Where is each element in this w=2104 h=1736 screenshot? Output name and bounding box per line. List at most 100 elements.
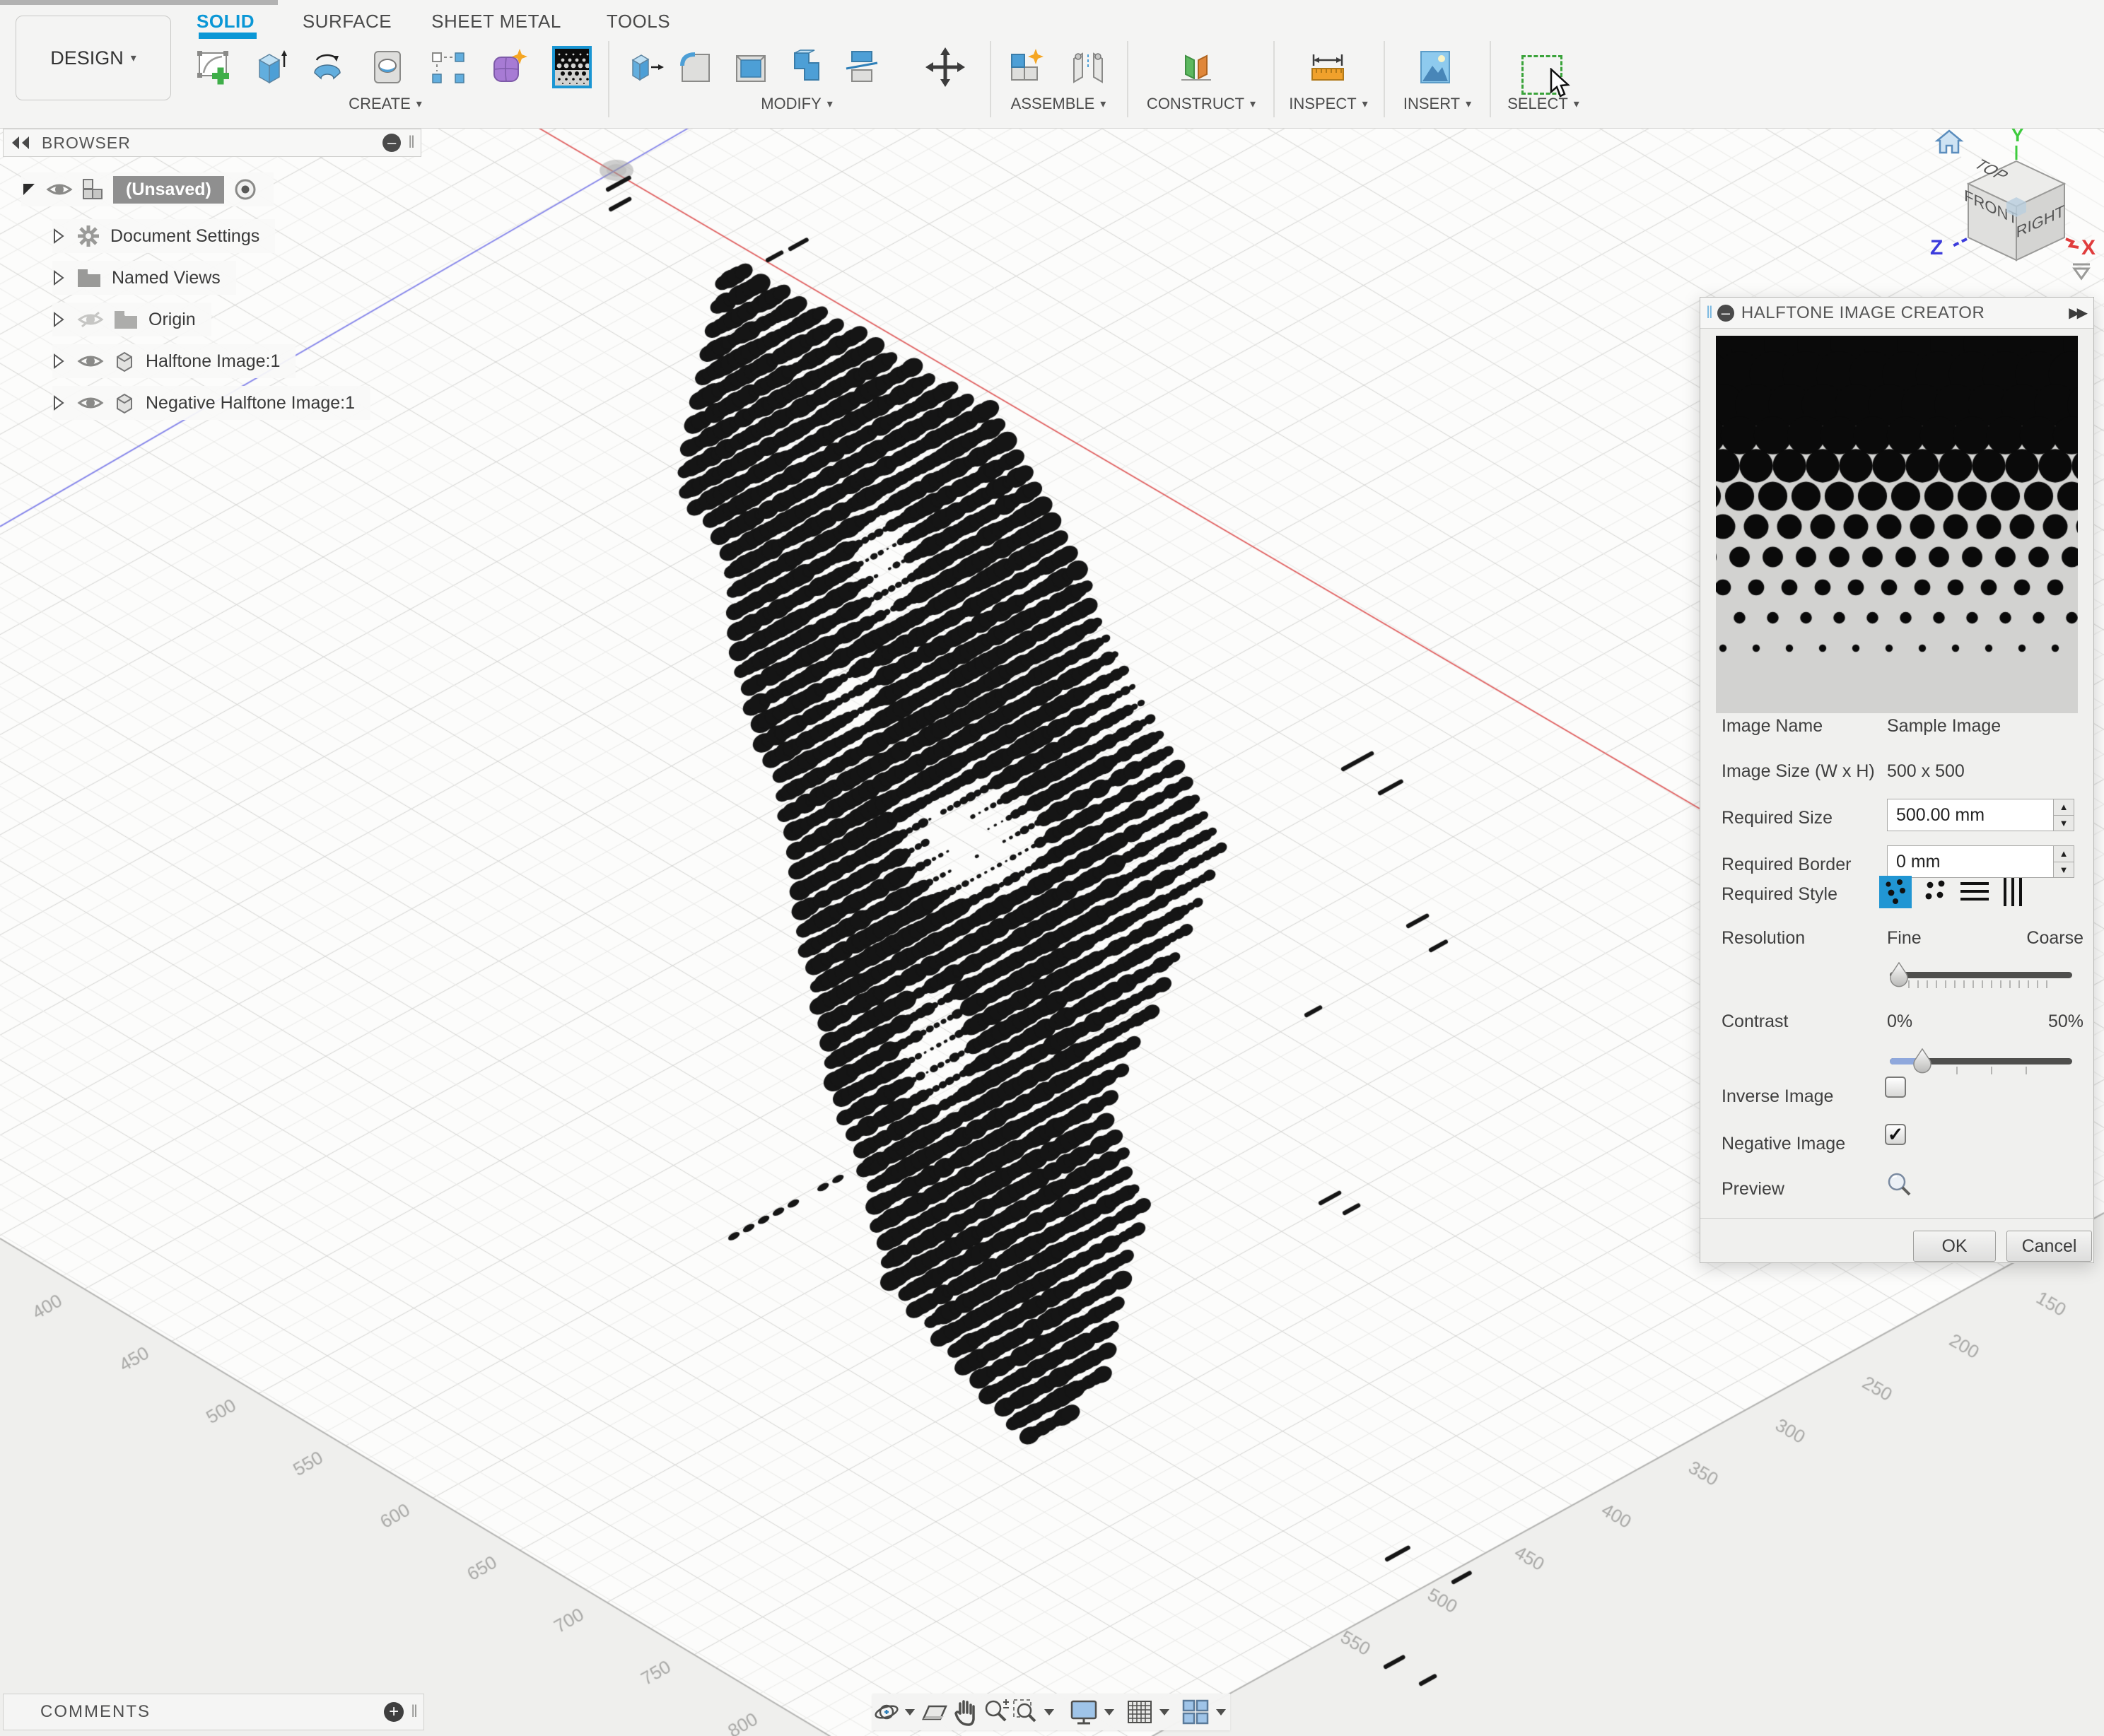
home-icon[interactable] [1937,131,1961,153]
collapsed-arrow-icon[interactable] [52,311,65,328]
required-style-label: Required Style [1722,884,1837,905]
comments-panel-header[interactable]: COMMENTS + ‖ [3,1694,424,1730]
group-create[interactable]: CREATE▾ [349,95,422,113]
collapsed-arrow-icon[interactable] [52,394,65,411]
browser-item-negative-halftone-image[interactable]: Negative Halftone Image:1 [52,386,370,420]
grid-dropdown-caret[interactable] [1159,1709,1169,1716]
orbit-dropdown-caret[interactable] [905,1709,915,1716]
group-insert[interactable]: INSERT▾ [1403,95,1471,113]
active-tab-underline [199,33,257,39]
extrude-button[interactable] [248,44,293,90]
zoom-icon [982,1698,1010,1726]
cancel-button[interactable]: Cancel [2006,1231,2092,1262]
svg-text:Y: Y [2011,124,2023,146]
halftone-image-button[interactable] [549,44,595,90]
eye-icon[interactable] [76,351,105,371]
dialog-drag-grip[interactable]: ‖ [1706,303,1712,323]
browser-item-named-views[interactable]: Named Views [52,261,236,295]
create-form-button[interactable] [486,44,531,90]
shell-button[interactable] [728,44,773,90]
construct-plane-button[interactable] [1173,44,1218,90]
revolve-icon [308,47,347,87]
required-border-input[interactable]: 0 mm [1887,845,2074,878]
dots-style-icon [1881,878,1910,906]
eye-hidden-icon[interactable] [76,310,105,329]
eye-icon[interactable] [76,393,105,413]
display-dropdown-caret[interactable] [1104,1709,1114,1716]
style-sparse-dots-option[interactable] [1919,876,1952,908]
browser-item-origin[interactable]: Origin [52,303,211,336]
collapsed-arrow-icon[interactable] [52,353,65,370]
joint-button[interactable] [1065,44,1111,90]
tab-solid[interactable]: SOLID [197,8,255,34]
minimize-panel-icon[interactable]: – [382,134,401,152]
panel-grip[interactable]: ‖ [408,133,415,153]
rectangular-pattern-button[interactable] [426,44,471,90]
revolve-button[interactable] [305,44,350,90]
required-border-stepper[interactable]: ▲▼ [2053,845,2074,878]
style-dots-option[interactable] [1879,876,1912,908]
workspace-switcher[interactable]: DESIGN ▾ [16,16,171,100]
browser-item-document-settings[interactable]: Document Settings [52,219,275,253]
inverse-image-checkbox[interactable] [1885,1077,1906,1098]
style-vertical-lines-option[interactable] [1997,876,2030,908]
activate-component-radio[interactable] [233,177,258,202]
collapse-dialog-icon[interactable]: ▶▶ [2069,304,2085,322]
insert-image-button[interactable] [1413,44,1458,90]
split-body-button[interactable] [839,44,884,90]
group-construct[interactable]: CONSTRUCT▾ [1147,95,1256,113]
collapsed-arrow-icon[interactable] [52,269,65,286]
zoom-window-button[interactable] [1012,1694,1040,1730]
dialog-header[interactable]: ‖ – HALFTONE IMAGE CREATOR ▶▶ [1700,298,2093,329]
viewports-dropdown-caret[interactable] [1216,1709,1226,1716]
group-inspect[interactable]: INSPECT▾ [1289,95,1367,113]
new-component-icon [1007,47,1047,87]
negative-image-checkbox[interactable]: ✓ [1885,1124,1906,1145]
style-horizontal-lines-option[interactable] [1958,876,1991,908]
fillet-button[interactable] [674,44,719,90]
group-divider [608,41,609,117]
tab-surface[interactable]: SURFACE [303,8,392,34]
new-component-button[interactable] [1005,44,1050,90]
contrast-slider-handle[interactable] [1912,1048,1932,1074]
required-size-stepper[interactable]: ▲▼ [2053,799,2074,831]
hole-button[interactable] [365,44,410,90]
tab-tools[interactable]: TOOLS [607,8,670,34]
minimize-dialog-icon[interactable]: – [1717,305,1734,322]
required-size-input[interactable]: 500.00 mm [1887,799,2074,831]
preview-magnifier-icon[interactable] [1886,1171,1914,1200]
zoom-dropdown-caret[interactable] [1044,1709,1054,1716]
browser-item-halftone-image[interactable]: Halftone Image:1 [52,344,296,378]
orbit-button[interactable] [872,1694,901,1730]
display-settings-button[interactable] [1068,1694,1101,1730]
pan-button[interactable] [950,1694,981,1730]
resolution-slider-handle[interactable] [1889,962,1909,987]
collapsed-arrow-icon[interactable] [52,228,65,245]
add-comment-icon[interactable]: + [384,1702,404,1722]
window-top-strip [0,0,278,5]
combine-button[interactable] [783,44,829,90]
move-copy-button[interactable] [923,44,968,90]
browser-root-row[interactable]: (Unsaved) [21,172,274,206]
grid-and-snaps-button[interactable] [1124,1694,1155,1730]
create-sketch-button[interactable] [192,44,238,90]
document-name-chip[interactable]: (Unsaved) [113,176,224,204]
measure-button[interactable] [1305,44,1350,90]
viewcube-cube[interactable]: TOP FRONT RIGHT [1964,157,2064,260]
collapse-panel-icon[interactable] [11,135,32,151]
group-assemble[interactable]: ASSEMBLE▾ [1011,95,1106,113]
eye-icon[interactable] [45,180,74,199]
group-modify[interactable]: MODIFY▾ [761,95,833,113]
press-pull-button[interactable] [624,44,670,90]
expanded-arrow-icon[interactable] [21,182,37,197]
resolution-slider-track[interactable] [1890,972,2072,978]
viewports-button[interactable] [1179,1694,1212,1730]
tab-sheet-metal[interactable]: SHEET METAL [431,8,561,34]
panel-grip[interactable]: ‖ [411,1702,418,1722]
sparse-dots-style-icon [1922,878,1950,906]
browser-panel-header[interactable]: BROWSER – ‖ [3,129,421,157]
look-at-button[interactable] [919,1694,950,1730]
ok-button[interactable]: OK [1913,1231,1996,1262]
viewcube-menu-icon[interactable] [2067,260,2096,281]
zoom-button[interactable] [981,1694,1012,1730]
